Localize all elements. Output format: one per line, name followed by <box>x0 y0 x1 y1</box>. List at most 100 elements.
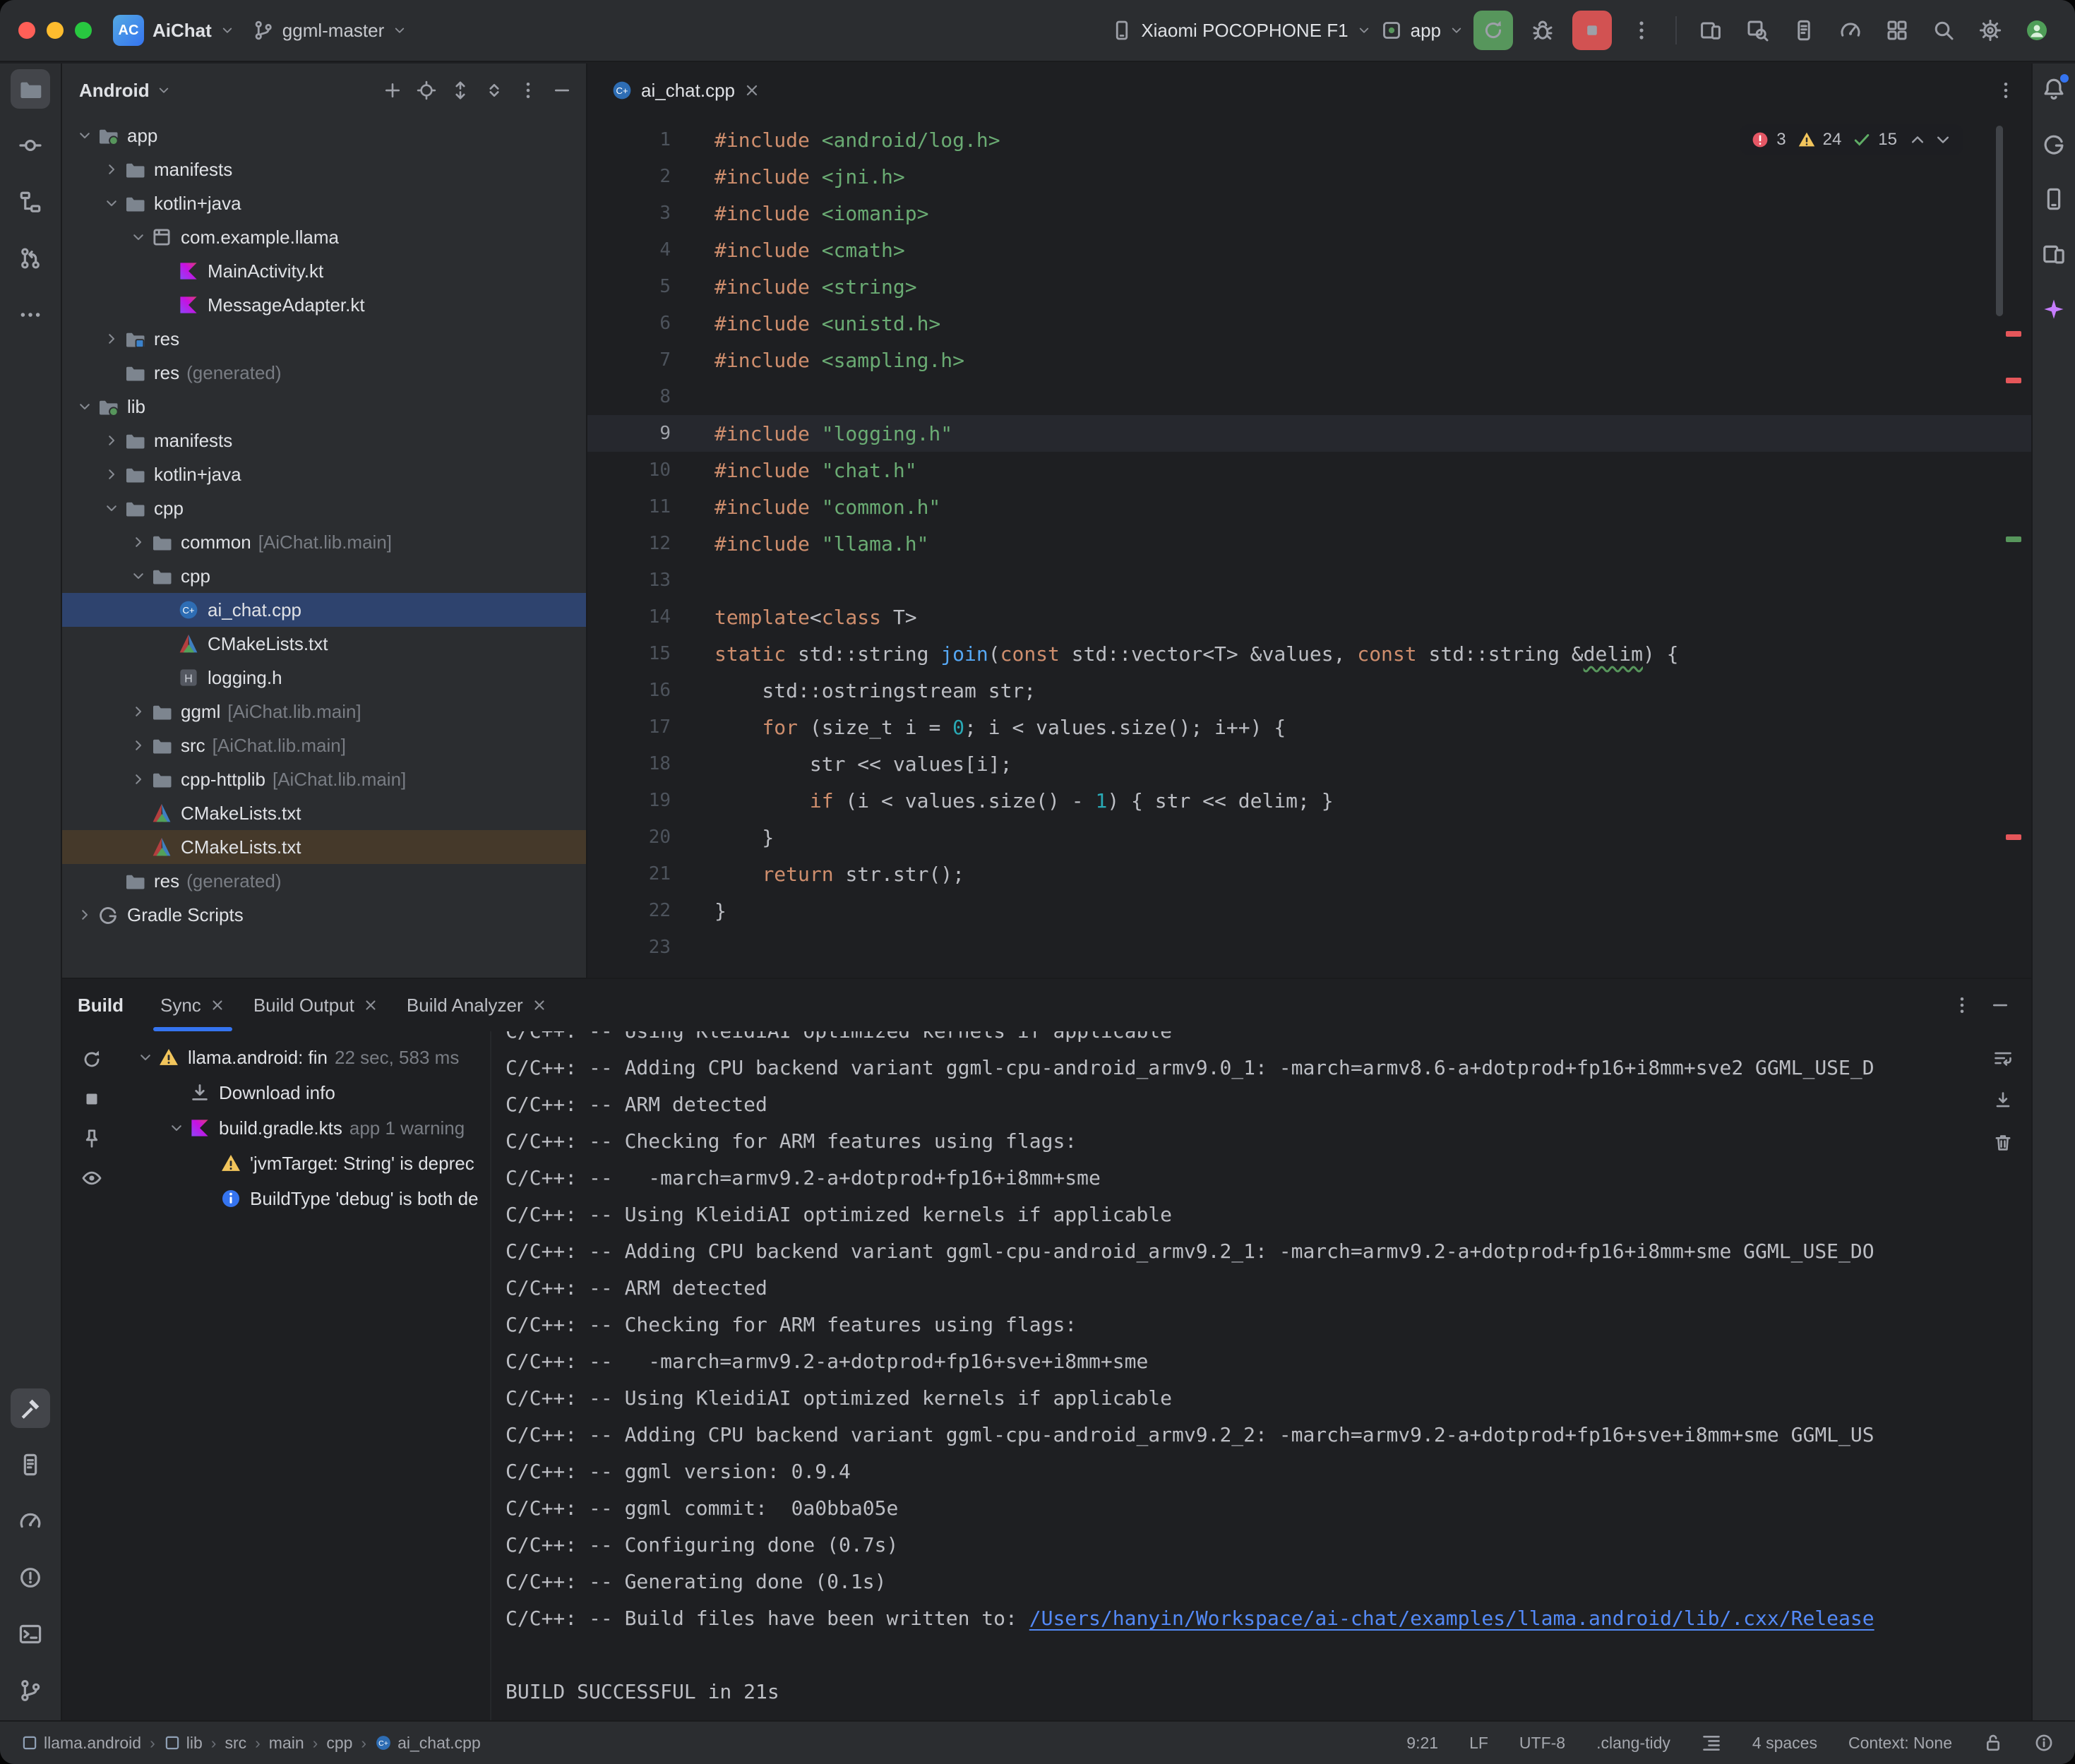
project-tree-item-cmakelists-txt[interactable]: CMakeLists.txt <box>62 830 586 864</box>
device-mirroring-button[interactable] <box>1691 11 1730 50</box>
assistant-button[interactable] <box>2034 289 2074 329</box>
device-manager-button[interactable] <box>2034 179 2074 219</box>
project-tree-item-res[interactable]: res <box>62 322 586 356</box>
pull-requests-button[interactable] <box>11 239 50 278</box>
project-tree-item-ai-chat-cpp[interactable]: C+ai_chat.cpp <box>62 593 586 627</box>
running-devices-button[interactable] <box>2034 234 2074 274</box>
chevron-down-icon[interactable] <box>126 224 151 250</box>
project-tree-item-logging-h[interactable]: Hlogging.h <box>62 661 586 695</box>
code-style-button[interactable] <box>1702 1733 1721 1753</box>
project-tree-item-cpp-httplib[interactable]: cpp-httplib[AiChat.lib.main] <box>62 762 586 796</box>
close-window-button[interactable] <box>18 22 35 39</box>
settings-button[interactable] <box>1971 11 2010 50</box>
project-tree-item-mainactivity-kt[interactable]: MainActivity.kt <box>62 254 586 288</box>
inspections-widget[interactable]: 3 24 15 <box>1740 124 1963 155</box>
error-stripe-mark[interactable] <box>2006 331 2021 337</box>
profiler-button[interactable] <box>11 1501 50 1541</box>
chevron-right-icon[interactable] <box>99 157 124 182</box>
write-access-button[interactable] <box>1983 1733 2003 1753</box>
more-tools-button[interactable] <box>1877 11 1917 50</box>
chevron-right-icon[interactable] <box>126 529 151 555</box>
project-tree-item-cpp[interactable]: cpp <box>62 559 586 593</box>
build-tree-item-llama-android-fin[interactable]: llama.android: fin22 sec, 583 ms <box>121 1040 490 1075</box>
more-vertical-button[interactable] <box>513 75 544 106</box>
chevron-down-icon[interactable] <box>157 83 171 97</box>
app-inspection-button[interactable] <box>1738 11 1777 50</box>
error-stripe-mark[interactable] <box>2006 378 2021 383</box>
chevron-down-icon[interactable] <box>72 123 97 148</box>
build-button[interactable] <box>11 1388 50 1428</box>
hide-build-window-button[interactable] <box>1985 990 2016 1021</box>
breadcrumb-lib[interactable]: lib <box>164 1734 203 1753</box>
chevron-right-icon[interactable] <box>99 326 124 352</box>
notifications-button[interactable] <box>2034 69 2074 109</box>
breadcrumb-cpp[interactable]: cpp <box>326 1734 352 1753</box>
project-tree-item-cmakelists-txt[interactable]: CMakeLists.txt <box>62 796 586 830</box>
terminal-button[interactable] <box>11 1614 50 1654</box>
chevron-right-icon[interactable] <box>126 699 151 724</box>
filter-button[interactable] <box>75 1161 109 1195</box>
device-selector[interactable]: Xiaomi POCOPHONE F1 <box>1111 20 1370 42</box>
zoom-window-button[interactable] <box>75 22 92 39</box>
chevron-right-icon[interactable] <box>126 767 151 792</box>
build-tab-build-analyzer[interactable]: Build Analyzer <box>393 979 561 1031</box>
project-tree-item-ggml[interactable]: ggml[AiChat.lib.main] <box>62 695 586 728</box>
project-tree-item-cpp[interactable]: cpp <box>62 491 586 525</box>
chevron-down-icon[interactable] <box>164 1115 189 1141</box>
expand-all-button[interactable] <box>445 75 476 106</box>
hide-button[interactable] <box>546 75 578 106</box>
file-encoding[interactable]: UTF-8 <box>1519 1734 1565 1753</box>
build-console[interactable]: C/C++: -- Using KleidiAI optimized kerne… <box>491 1031 2031 1720</box>
search-button[interactable] <box>1924 11 1963 50</box>
project-tree-item-com-example-llama[interactable]: com.example.llama <box>62 220 586 254</box>
chevron-down-icon[interactable] <box>126 563 151 589</box>
add-button[interactable] <box>377 75 408 106</box>
vcs-branch-widget[interactable]: ggml-master <box>253 20 407 42</box>
profiler-button[interactable] <box>1831 11 1870 50</box>
previous-issue-icon[interactable] <box>1908 131 1927 149</box>
structure-button[interactable] <box>11 182 50 222</box>
breadcrumb-llama-android[interactable]: llama.android <box>21 1734 141 1753</box>
version-control-button[interactable] <box>11 1671 50 1710</box>
build-tree-item-build-gradle-kts[interactable]: build.gradle.ktsapp 1 warning <box>121 1110 490 1146</box>
project-tree-item-messageadapter-kt[interactable]: MessageAdapter.kt <box>62 288 586 322</box>
breadcrumb-ai-chat-cpp[interactable]: C+ai_chat.cpp <box>375 1734 481 1753</box>
build-tab-build-output[interactable]: Build Output <box>239 979 393 1031</box>
project-tree-item-manifests[interactable]: manifests <box>62 152 586 186</box>
build-options-button[interactable] <box>1947 990 1978 1021</box>
console-file-link[interactable]: /Users/hanyin/Workspace/ai-chat/examples… <box>1029 1607 1874 1630</box>
project-tree-item-common[interactable]: common[AiChat.lib.main] <box>62 525 586 559</box>
project-tree-item-gradle-scripts[interactable]: Gradle Scripts <box>62 898 586 932</box>
debug-button[interactable] <box>1523 11 1562 50</box>
chevron-down-icon[interactable] <box>99 496 124 521</box>
project-button[interactable] <box>11 69 50 109</box>
run-config-selector[interactable]: app <box>1381 20 1464 42</box>
chevron-down-icon[interactable] <box>99 191 124 216</box>
error-stripe-mark[interactable] <box>2006 834 2021 840</box>
scroll-end-button[interactable] <box>1987 1085 2019 1116</box>
close-tab-icon[interactable] <box>210 997 225 1013</box>
context-setting[interactable]: Context: None <box>1848 1734 1952 1753</box>
project-tree-item-lib[interactable]: lib <box>62 390 586 424</box>
editor-scrollbar[interactable] <box>1996 126 2003 316</box>
clear-button[interactable] <box>1987 1127 2019 1158</box>
more-run-actions-button[interactable] <box>1622 11 1661 50</box>
chevron-right-icon[interactable] <box>126 733 151 758</box>
project-view-selector[interactable]: Android <box>79 80 150 102</box>
logcat-button[interactable] <box>1784 11 1824 50</box>
minimize-window-button[interactable] <box>47 22 64 39</box>
close-tab-icon[interactable] <box>743 82 760 99</box>
build-tab-sync[interactable]: Sync <box>146 979 239 1031</box>
highlighting-level-button[interactable] <box>2034 1733 2054 1753</box>
pin-button[interactable] <box>75 1122 109 1156</box>
project-tree-item-src[interactable]: src[AiChat.lib.main] <box>62 728 586 762</box>
problems-button[interactable] <box>11 1558 50 1597</box>
code-editor[interactable]: 1#include <android/log.h>2#include <jni.… <box>587 117 2031 978</box>
breadcrumb-main[interactable]: main <box>269 1734 304 1753</box>
build-tree-item-download-info[interactable]: Download info <box>121 1075 490 1110</box>
chevron-right-icon[interactable] <box>99 428 124 453</box>
chevron-down-icon[interactable] <box>133 1045 158 1070</box>
next-issue-icon[interactable] <box>1934 131 1952 149</box>
project-tree-item-res[interactable]: res(generated) <box>62 356 586 390</box>
caret-position[interactable]: 9:21 <box>1406 1734 1438 1753</box>
